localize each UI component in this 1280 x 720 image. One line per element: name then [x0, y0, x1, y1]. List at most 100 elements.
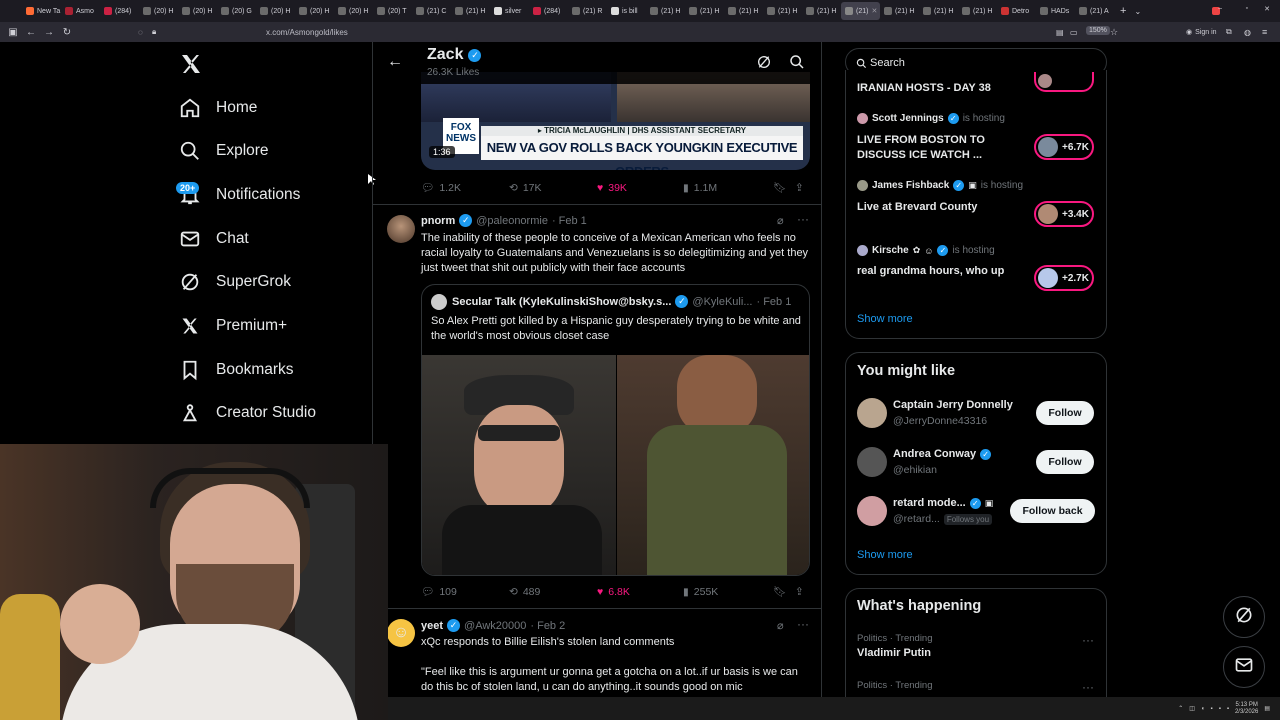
browser-tab[interactable]: (21) R	[568, 2, 607, 20]
more-options-icon[interactable]: ···	[797, 212, 809, 226]
quoted-post[interactable]: Secular Talk (KyleKulinskiShow@bsky.s...…	[421, 284, 810, 576]
messages-float-button[interactable]	[1223, 646, 1265, 688]
author-name[interactable]: pnorm	[421, 215, 455, 227]
browser-tab[interactable]: (20) H	[178, 2, 217, 20]
sidebar-item-explore[interactable]: Explore	[178, 139, 269, 163]
space-listeners-pill[interactable]: +3.4K	[1034, 201, 1094, 227]
browser-tab[interactable]: (21) H	[646, 2, 685, 20]
sidebar-item-creator-studio[interactable]: Creator Studio	[178, 401, 316, 425]
author-name[interactable]: yeet	[421, 620, 443, 632]
shield-icon[interactable]: ◌	[138, 28, 143, 37]
follow-back-button[interactable]: Follow back	[1010, 499, 1095, 523]
browser-tab[interactable]: (20) G	[217, 2, 256, 20]
browser-tab[interactable]: (20) H	[334, 2, 373, 20]
tray-icon[interactable]: ▪	[1219, 706, 1221, 712]
avatar[interactable]	[857, 496, 887, 526]
extensions-icon[interactable]: ⧉	[1226, 27, 1232, 37]
picture-icon[interactable]: ▭	[1070, 28, 1078, 37]
back-button[interactable]: ←	[22, 27, 40, 38]
x-logo-icon[interactable]	[178, 52, 204, 81]
space-listeners-pill[interactable]	[1034, 72, 1094, 92]
share-button[interactable]: ⇪	[795, 586, 804, 598]
follow-button[interactable]: Follow	[1036, 401, 1094, 425]
browser-tab[interactable]: (20) H	[139, 2, 178, 20]
browser-tab[interactable]: (21) H	[724, 2, 763, 20]
grok-icon[interactable]	[756, 54, 772, 75]
lock-icon[interactable]: 🔒︎	[152, 27, 156, 37]
chevron-up-icon[interactable]: ⌃	[1178, 705, 1183, 712]
forward-button[interactable]: →	[40, 27, 58, 38]
close-window-button[interactable]: ✕	[1264, 5, 1270, 13]
suggestion-name[interactable]: Captain Jerry Donnelly	[893, 399, 1013, 411]
browser-tab[interactable]: (20) H	[295, 2, 334, 20]
reply-button[interactable]: 💬︎ 1.2K	[421, 181, 509, 195]
bookmark-button[interactable]: 🔖︎	[773, 181, 795, 194]
browser-tab[interactable]: (21) C	[412, 2, 451, 20]
tab-list-chevron-icon[interactable]: ⌄	[1134, 7, 1141, 16]
browser-tab[interactable]: Asmo	[61, 2, 100, 20]
browser-tab[interactable]: (20) T	[373, 2, 412, 20]
space-listeners-pill[interactable]: +6.7K	[1034, 134, 1094, 160]
notification-center-icon[interactable]: ▤	[1264, 705, 1270, 712]
follow-button[interactable]: Follow	[1036, 450, 1094, 474]
post-date[interactable]: · Feb 1	[552, 215, 587, 227]
grok-icon[interactable]: ⌀	[777, 214, 784, 227]
suggestion-name[interactable]: Andrea Conway	[893, 448, 976, 460]
views-button[interactable]: ▮ 1.1M	[683, 182, 773, 194]
browser-tab[interactable]: (21) H	[958, 2, 997, 20]
url-field[interactable]: x.com/Asmongold/likes	[266, 28, 348, 37]
space-title[interactable]: IRANIAN HOSTS - DAY 38	[857, 82, 991, 94]
browser-tab[interactable]: HADs	[1036, 2, 1075, 20]
repost-button[interactable]: ⟲ 489	[509, 586, 597, 598]
back-arrow-icon[interactable]: ←	[387, 53, 403, 71]
browser-tab[interactable]: (21) H	[763, 2, 802, 20]
network-icon[interactable]: ◫	[1189, 705, 1195, 712]
show-more-link[interactable]: Show more	[857, 313, 913, 325]
minimize-button[interactable]: –	[1218, 5, 1222, 12]
search-icon[interactable]	[789, 54, 805, 75]
sidebar-item-supergrok[interactable]: SuperGrok	[178, 270, 291, 294]
browser-tab[interactable]: New Ta	[22, 2, 61, 20]
grok-float-button[interactable]	[1223, 596, 1265, 638]
browser-tab[interactable]: (21) H	[685, 2, 724, 20]
sidebar-item-chat[interactable]: Chat	[178, 227, 249, 251]
profile-icon[interactable]: ◍	[1244, 28, 1251, 37]
browser-tab[interactable]: is bill	[607, 2, 646, 20]
quoted-image-left[interactable]	[422, 355, 616, 575]
zoom-level[interactable]: 150%	[1086, 26, 1110, 35]
sign-in-button[interactable]: ◉ Sign in	[1186, 28, 1217, 37]
video-player[interactable]: FOX NEWS ▸ TRICIA McLAUGHLIN | DHS ASSIS…	[421, 72, 810, 170]
avatar[interactable]	[387, 215, 415, 243]
tray-icon[interactable]: ▪	[1211, 706, 1213, 712]
author-handle[interactable]: @Awk20000	[464, 620, 526, 632]
browser-tab[interactable]: (284)	[100, 2, 139, 20]
show-more-link[interactable]: Show more	[857, 549, 913, 561]
close-tab-icon[interactable]: ✕	[871, 7, 877, 15]
post-date[interactable]: · Feb 2	[530, 620, 565, 632]
share-button[interactable]: ⇪	[795, 182, 804, 194]
avatar[interactable]	[857, 447, 887, 477]
menu-icon[interactable]: ≡	[1262, 27, 1267, 37]
reply-button[interactable]: 💬︎ 109	[421, 585, 509, 599]
space-title[interactable]: LIVE FROM BOSTON TO DISCUSS ICE WATCH ..…	[857, 133, 1017, 163]
browser-tab[interactable]: silver	[490, 2, 529, 20]
new-tab-button[interactable]: +	[1120, 5, 1126, 17]
maximize-button[interactable]: ▫	[1246, 5, 1248, 12]
more-options-icon[interactable]: ···	[1082, 680, 1094, 694]
sidebar-item-home[interactable]: Home	[178, 96, 257, 120]
volume-icon[interactable]: ◖	[1201, 706, 1205, 712]
grok-icon[interactable]: ⌀	[777, 619, 784, 632]
star-icon[interactable]: ☆	[1110, 27, 1118, 38]
space-title[interactable]: Live at Brevard County	[857, 201, 977, 213]
space-listeners-pill[interactable]: +2.7K	[1034, 265, 1094, 291]
sidebar-toggle-icon[interactable]: ▣	[4, 27, 22, 38]
reload-button[interactable]: ↻	[58, 27, 76, 38]
like-button[interactable]: ♥ 39K	[597, 182, 683, 194]
browser-tab[interactable]: (21) H	[919, 2, 958, 20]
suggestion-name[interactable]: retard mode...	[893, 497, 966, 509]
browser-tab[interactable]: (21) H	[451, 2, 490, 20]
sidebar-item-premium[interactable]: Premium+	[178, 314, 287, 338]
clock[interactable]: 5:13 PM 2/3/2026	[1235, 702, 1258, 716]
bookmark-button[interactable]: 🔖︎	[773, 585, 795, 598]
browser-tab[interactable]: (284)	[529, 2, 568, 20]
